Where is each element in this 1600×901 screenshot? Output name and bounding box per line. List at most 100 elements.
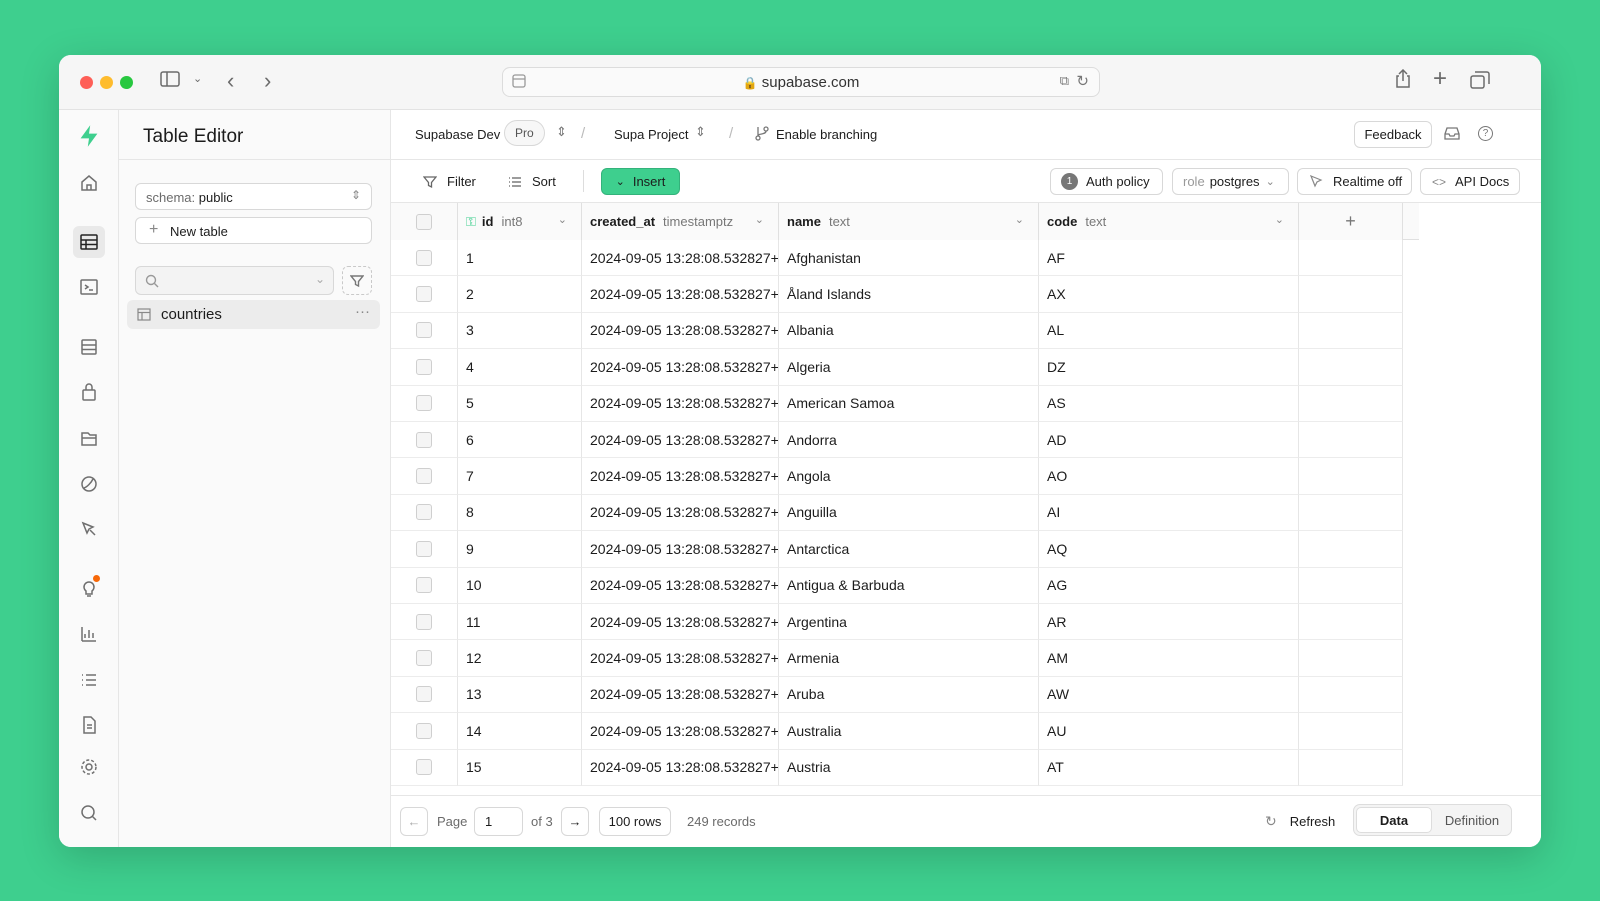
api-docs-button[interactable]: <> API Docs: [1420, 168, 1520, 195]
cell-created-at[interactable]: 2024-09-05 13:28:08.532827+0: [582, 494, 779, 532]
cell-code[interactable]: AL: [1039, 312, 1299, 350]
select-all-checkbox[interactable]: [416, 213, 432, 230]
cell-id[interactable]: 3: [458, 312, 582, 350]
new-tab-icon[interactable]: +: [1433, 65, 1447, 93]
cell-created-at[interactable]: 2024-09-05 13:28:08.532827+0: [582, 312, 779, 350]
refresh-button[interactable]: ↻ Refresh: [1265, 813, 1335, 830]
cell-created-at[interactable]: 2024-09-05 13:28:08.532827+0: [582, 604, 779, 641]
minimize-window-button[interactable]: [100, 76, 113, 89]
advisors-icon[interactable]: [73, 572, 105, 604]
cell-code[interactable]: AW: [1039, 676, 1299, 714]
chevron-down-icon[interactable]: ⌄: [755, 213, 764, 226]
row-checkbox[interactable]: [416, 759, 432, 776]
cell-code[interactable]: AX: [1039, 276, 1299, 313]
schema-select[interactable]: schema: public ⇕: [135, 183, 372, 210]
cell-id[interactable]: 6: [458, 422, 582, 459]
realtime-button[interactable]: Realtime off: [1297, 168, 1412, 195]
row-checkbox[interactable]: [416, 650, 432, 667]
back-arrow-icon[interactable]: ‹: [227, 68, 234, 94]
chevron-down-icon[interactable]: ⌄: [1015, 213, 1024, 226]
cell-code[interactable]: AU: [1039, 713, 1299, 750]
next-page-button[interactable]: →: [561, 807, 589, 836]
storage-icon[interactable]: [73, 422, 105, 454]
row-checkbox[interactable]: [416, 504, 432, 521]
sidebar-toggle-icon[interactable]: [160, 70, 180, 93]
row-checkbox[interactable]: [416, 322, 432, 339]
cell-name[interactable]: Aruba: [779, 676, 1039, 714]
cell-name[interactable]: Afghanistan: [779, 240, 1039, 277]
cell-name[interactable]: Austria: [779, 749, 1039, 786]
cell-created-at[interactable]: 2024-09-05 13:28:08.532827+0: [582, 240, 779, 277]
cell-id[interactable]: 11: [458, 604, 582, 641]
cell-created-at[interactable]: 2024-09-05 13:28:08.532827+0: [582, 676, 779, 714]
project-name[interactable]: Supa Project: [614, 127, 688, 142]
cell-code[interactable]: AO: [1039, 458, 1299, 495]
cell-id[interactable]: 15: [458, 749, 582, 786]
logs-icon[interactable]: [73, 664, 105, 696]
cell-created-at[interactable]: 2024-09-05 13:28:08.532827+0: [582, 640, 779, 677]
feedback-button[interactable]: Feedback: [1354, 121, 1432, 148]
row-checkbox[interactable]: [416, 722, 432, 739]
page-input[interactable]: 1: [474, 807, 523, 836]
column-header-created-at[interactable]: created_at timestamptz ⌄: [582, 203, 779, 240]
database-icon[interactable]: [73, 331, 105, 363]
filter-tables-button[interactable]: [342, 266, 372, 295]
cell-created-at[interactable]: 2024-09-05 13:28:08.532827+0: [582, 458, 779, 495]
tab-overview-icon[interactable]: [1470, 71, 1490, 94]
cell-created-at[interactable]: 2024-09-05 13:28:08.532827+0: [582, 349, 779, 386]
tab-definition[interactable]: Definition: [1434, 807, 1510, 833]
chevron-down-icon[interactable]: ⌄: [558, 213, 567, 226]
cell-name[interactable]: Andorra: [779, 422, 1039, 459]
insert-button[interactable]: ⌄ Insert: [601, 168, 680, 195]
cell-name[interactable]: Australia: [779, 713, 1039, 750]
settings-icon[interactable]: [73, 751, 105, 783]
filter-button[interactable]: Filter: [423, 174, 476, 189]
cell-id[interactable]: 13: [458, 676, 582, 714]
forward-arrow-icon[interactable]: ›: [264, 68, 271, 94]
cell-name[interactable]: Anguilla: [779, 494, 1039, 532]
cell-name[interactable]: Antigua & Barbuda: [779, 567, 1039, 604]
row-checkbox[interactable]: [416, 577, 432, 594]
row-checkbox[interactable]: [416, 249, 432, 266]
cell-code[interactable]: AS: [1039, 385, 1299, 422]
sidebar-item-countries[interactable]: countries ···: [127, 300, 380, 329]
home-icon[interactable]: [73, 167, 105, 199]
search-icon[interactable]: [73, 797, 105, 829]
row-checkbox[interactable]: [416, 613, 432, 630]
column-header-code[interactable]: code text ⌄: [1039, 203, 1299, 240]
cell-code[interactable]: AF: [1039, 240, 1299, 277]
chevron-up-down-icon[interactable]: ⇕: [556, 124, 567, 140]
row-checkbox[interactable]: [416, 468, 432, 485]
row-checkbox[interactable]: [416, 540, 432, 557]
cell-code[interactable]: AI: [1039, 494, 1299, 532]
tab-data[interactable]: Data: [1356, 807, 1432, 833]
cell-name[interactable]: Albania: [779, 312, 1039, 350]
reload-icon[interactable]: ↻: [1076, 72, 1089, 90]
cell-id[interactable]: 1: [458, 240, 582, 277]
more-icon[interactable]: ···: [355, 303, 370, 320]
cell-created-at[interactable]: 2024-09-05 13:28:08.532827+0: [582, 567, 779, 604]
chevron-up-down-icon[interactable]: ⇕: [695, 124, 706, 140]
row-checkbox[interactable]: [416, 431, 432, 448]
cell-name[interactable]: Angola: [779, 458, 1039, 495]
auth-policy-button[interactable]: 1 Auth policy: [1050, 168, 1163, 195]
row-checkbox[interactable]: [416, 395, 432, 412]
cell-id[interactable]: 12: [458, 640, 582, 677]
table-editor-icon[interactable]: [73, 226, 105, 258]
chevron-down-icon[interactable]: ⌄: [193, 72, 202, 85]
cell-id[interactable]: 5: [458, 385, 582, 422]
sort-button[interactable]: Sort: [508, 174, 556, 189]
rows-per-page-select[interactable]: 100 rows: [599, 807, 671, 836]
sql-editor-icon[interactable]: [73, 271, 105, 303]
cell-created-at[interactable]: 2024-09-05 13:28:08.532827+0: [582, 422, 779, 459]
cell-created-at[interactable]: 2024-09-05 13:28:08.532827+0: [582, 531, 779, 568]
translate-icon[interactable]: ⧉: [1060, 73, 1069, 89]
row-checkbox[interactable]: [416, 286, 432, 303]
cell-created-at[interactable]: 2024-09-05 13:28:08.532827+0: [582, 749, 779, 786]
address-bar[interactable]: 🔒 supabase.com ⧉ ↻: [502, 67, 1100, 97]
cell-name[interactable]: Åland Islands: [779, 276, 1039, 313]
cell-name[interactable]: Argentina: [779, 604, 1039, 641]
org-name[interactable]: Supabase Dev: [415, 127, 500, 142]
add-column-button[interactable]: +: [1299, 203, 1403, 240]
cell-created-at[interactable]: 2024-09-05 13:28:08.532827+0: [582, 276, 779, 313]
